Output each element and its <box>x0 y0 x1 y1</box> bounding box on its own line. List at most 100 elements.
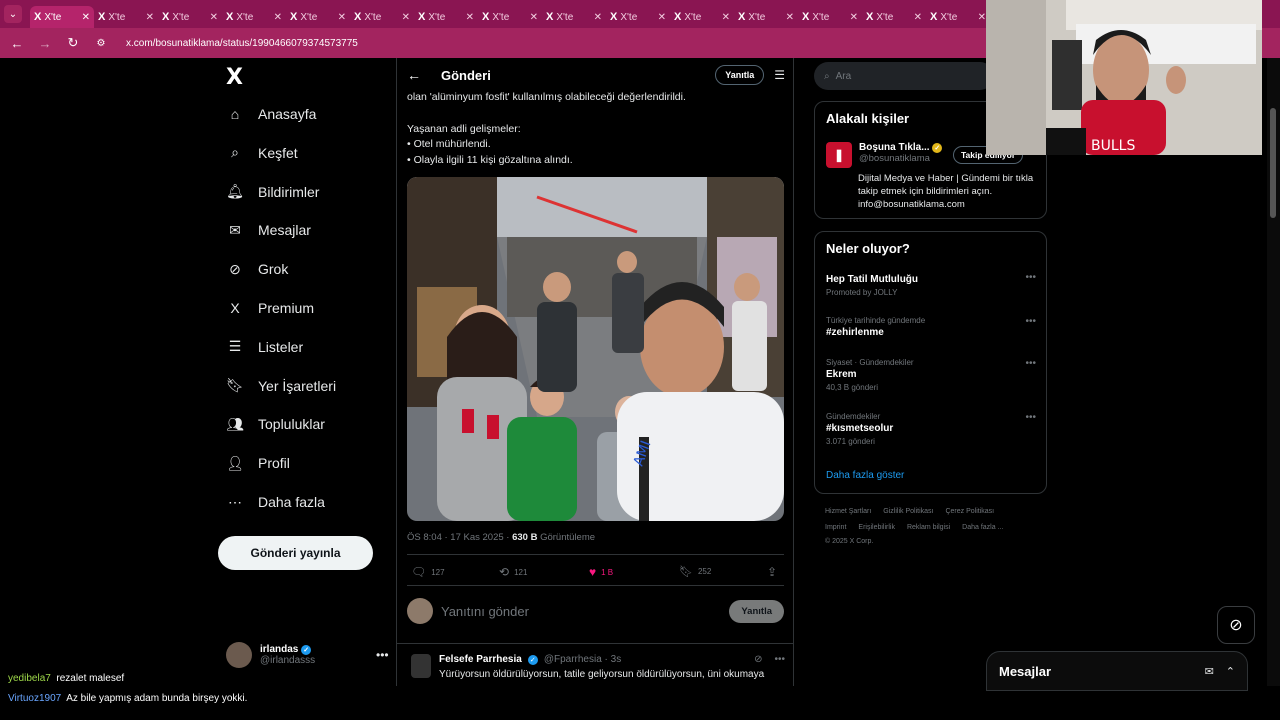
browser-tab[interactable]: X X'te ✕ <box>478 6 542 28</box>
browser-tab[interactable]: X X'te ✕ <box>862 6 926 28</box>
close-icon[interactable]: ✕ <box>530 12 538 23</box>
sidebar-item[interactable]: ⌂ Anasayfa <box>226 105 317 123</box>
browser-tab[interactable]: X X'te ✕ <box>542 6 606 28</box>
browser-tab[interactable]: X X'te ✕ <box>798 6 862 28</box>
post-photo[interactable]: AMI <box>407 177 784 521</box>
close-icon[interactable]: ✕ <box>466 12 474 23</box>
footer-link[interactable]: Gizlilik Politikası <box>883 508 933 515</box>
more-dots-icon[interactable]: ••• <box>1025 316 1036 327</box>
messages-drawer[interactable]: Mesajlar ✉ ⌃ <box>986 651 1248 691</box>
share-icon: ⇪ <box>767 565 778 579</box>
sidebar-item[interactable]: 👥︎ Topluluklar <box>226 415 325 433</box>
sidebar-item[interactable]: 🔔︎ Bildirimler <box>226 183 319 201</box>
sidebar-item[interactable]: ⌕ Keşfet <box>226 144 298 162</box>
close-icon[interactable]: ✕ <box>914 12 922 23</box>
trend-item[interactable]: Hep Tatil Mutluluğu Promoted by JOLLY ••• <box>826 272 1036 297</box>
tab-label: X'te <box>876 11 894 23</box>
reply-input[interactable]: Yanıtını gönder <box>441 604 729 619</box>
reply-post[interactable]: Felsefe Parrhesia ✓ @Fparrhesia · 3s ⊘ •… <box>397 643 793 686</box>
trend-item[interactable]: Türkiye tarihinde gündemde #zehirlenme ••• <box>826 316 1036 338</box>
url-field[interactable]: x.com/bosunatiklama/status/1990466079374… <box>126 38 358 49</box>
footer-link[interactable]: Reklam bilgisi <box>907 524 950 531</box>
sidebar-item[interactable]: 👤︎ Profil <box>226 454 290 472</box>
trend-item[interactable]: Siyaset · Gündemdekiler Ekrem 40,3 B gönde… <box>826 358 1036 392</box>
footer-link[interactable]: Imprint <box>825 524 846 531</box>
footer-link[interactable]: Daha fazla ... <box>962 524 1003 531</box>
more-dots-icon[interactable]: ••• <box>376 648 389 662</box>
grok-icon[interactable]: ⊘ <box>754 654 762 665</box>
more-dots-icon[interactable]: ••• <box>1025 358 1036 369</box>
browser-tab[interactable]: X X'te ✕ <box>926 6 990 28</box>
close-icon[interactable]: ✕ <box>850 12 858 23</box>
footer-link[interactable]: Erişilebilirlik <box>858 524 895 531</box>
close-icon[interactable]: ✕ <box>210 12 218 23</box>
close-icon[interactable]: ✕ <box>82 12 90 23</box>
more-dots-icon[interactable]: ••• <box>1025 272 1036 283</box>
close-icon[interactable]: ✕ <box>274 12 282 23</box>
forward-arrow-icon[interactable]: → <box>36 36 54 51</box>
sidebar-item[interactable]: X Premium <box>226 299 314 317</box>
browser-tab[interactable]: X X'te ✕ <box>414 6 478 28</box>
close-icon[interactable]: ✕ <box>594 12 602 23</box>
related-person[interactable]: ❚ Boşuna Tıkla... ✓ @bosunatiklama <box>826 142 943 168</box>
account-switcher[interactable]: irlandas ✓ @irlandasss ••• <box>226 642 389 668</box>
footer-link[interactable]: Çerez Politikası <box>945 508 994 515</box>
share-action[interactable]: ⇪ <box>767 565 777 579</box>
sidebar-item[interactable]: ☰ Listeler <box>226 338 303 356</box>
close-icon[interactable]: ✕ <box>402 12 410 23</box>
scroll-thumb[interactable] <box>1270 108 1276 218</box>
more-dots-icon[interactable]: ••• <box>774 654 785 665</box>
site-info-icon[interactable]: ⚙ <box>92 38 110 49</box>
sidebar-item[interactable]: ⊘ Grok <box>226 260 288 278</box>
like-count: 1 B <box>601 567 614 577</box>
close-icon[interactable]: ✕ <box>978 12 986 23</box>
close-icon[interactable]: ✕ <box>338 12 346 23</box>
close-icon[interactable]: ✕ <box>658 12 666 23</box>
reply-action[interactable]: 🗨 127 <box>411 565 445 579</box>
grok-icon: ⊘ <box>229 260 241 277</box>
post-button[interactable]: Gönderi yayınla <box>218 536 373 570</box>
repost-action[interactable]: ⟲ 121 <box>499 565 527 579</box>
browser-tab[interactable]: X X'te ✕ <box>286 6 350 28</box>
trend-name: Hep Tatil Mutluluğu <box>826 274 919 285</box>
x-logo-icon[interactable]: X <box>226 65 243 90</box>
browser-tab[interactable]: X X'te ✕ <box>734 6 798 28</box>
search-input[interactable]: ⌕ Ara <box>814 62 994 90</box>
search-placeholder: Ara <box>835 70 852 82</box>
browser-tab[interactable]: X X'te ✕ <box>670 6 734 28</box>
browser-tab[interactable]: X X'te ✕ <box>350 6 414 28</box>
more-dots-icon[interactable]: ••• <box>1025 412 1036 423</box>
sidebar-item[interactable]: ⋯ Daha fazla <box>226 493 325 511</box>
svg-text:BULLS: BULLS <box>1091 138 1135 154</box>
reply-submit-button[interactable]: Yanıtla <box>729 599 784 623</box>
sidebar-item[interactable]: 🔖︎ Yer İşaretleri <box>226 377 336 395</box>
browser-tab[interactable]: X X'te ✕ <box>94 6 158 28</box>
footer-link[interactable]: Hizmet Şartları <box>825 508 871 515</box>
reply-header-button[interactable]: Yanıtla <box>715 65 765 85</box>
like-action[interactable]: ♥ 1 B <box>589 565 613 579</box>
post-time[interactable]: ÖS 8:04 · 17 Kas 2025 · <box>407 532 512 543</box>
expand-icon[interactable]: ⌃ <box>1226 665 1235 678</box>
bookmark-action[interactable]: 🔖︎ 252 <box>679 565 711 578</box>
back-arrow-icon[interactable]: ← <box>8 36 26 51</box>
trend-item[interactable]: Gündemdekiler #kısmetseolur 3.071 gönderi •… <box>826 412 1036 446</box>
reply-author-name[interactable]: Felsefe Parrhesia <box>439 654 522 665</box>
close-icon[interactable]: ✕ <box>722 12 730 23</box>
back-arrow-icon[interactable]: ← <box>407 67 431 83</box>
browser-tab[interactable]: X X'te ✕ <box>158 6 222 28</box>
browser-tab[interactable]: X X'te ✕ <box>606 6 670 28</box>
sidebar-item[interactable]: ✉ Mesajlar <box>226 221 311 239</box>
grok-icon[interactable]: ⊘ <box>1217 606 1255 644</box>
scrollbar[interactable] <box>1267 58 1280 686</box>
close-icon[interactable]: ✕ <box>786 12 794 23</box>
browser-tab[interactable]: X X'te ✕ <box>222 6 286 28</box>
x-logo-icon: X <box>226 11 234 23</box>
show-more-link[interactable]: Daha fazla göster <box>826 470 904 481</box>
tab-search-icon[interactable]: ⌄ <box>4 5 22 23</box>
settings-sliders-icon[interactable]: ☰ <box>774 68 785 82</box>
close-icon[interactable]: ✕ <box>146 12 154 23</box>
new-message-icon[interactable]: ✉ <box>1205 665 1214 678</box>
reload-icon[interactable]: ↻ <box>64 35 82 51</box>
x-premium-icon: X <box>230 300 240 316</box>
browser-tab[interactable]: X X'te ✕ <box>30 6 94 28</box>
